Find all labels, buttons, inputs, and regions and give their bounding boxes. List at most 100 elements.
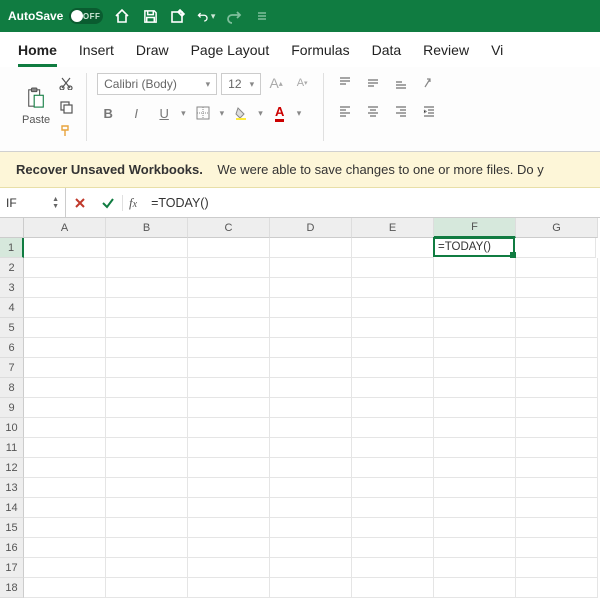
cell[interactable] xyxy=(106,458,188,478)
row-header[interactable]: 18 xyxy=(0,578,24,598)
cell[interactable] xyxy=(24,318,106,338)
cell[interactable] xyxy=(434,498,516,518)
cell[interactable] xyxy=(434,578,516,598)
cell[interactable] xyxy=(270,298,352,318)
cell[interactable] xyxy=(24,258,106,278)
font-name-select[interactable]: Calibri (Body) ▾ xyxy=(97,73,217,95)
cut-icon[interactable] xyxy=(56,73,76,93)
cell[interactable] xyxy=(270,538,352,558)
cell[interactable] xyxy=(188,478,270,498)
cell[interactable] xyxy=(434,298,516,318)
row-header[interactable]: 13 xyxy=(0,478,24,498)
row-header[interactable]: 6 xyxy=(0,338,24,358)
cell[interactable] xyxy=(270,438,352,458)
cell[interactable] xyxy=(24,518,106,538)
cell[interactable] xyxy=(352,578,434,598)
autosave-control[interactable]: AutoSave OFF xyxy=(8,8,103,24)
increase-font-button[interactable]: A▴ xyxy=(265,73,287,93)
cell[interactable] xyxy=(516,318,598,338)
chevron-down-icon[interactable]: ▾ xyxy=(181,108,186,119)
cell[interactable] xyxy=(24,578,106,598)
cell[interactable] xyxy=(24,538,106,558)
cell[interactable] xyxy=(516,258,598,278)
cell[interactable] xyxy=(352,238,434,258)
row-header[interactable]: 11 xyxy=(0,438,24,458)
cell[interactable] xyxy=(24,458,106,478)
cell[interactable]: =TODAY() xyxy=(433,237,515,257)
cell[interactable] xyxy=(24,298,106,318)
cell[interactable] xyxy=(352,538,434,558)
name-box[interactable]: IF ▲▼ xyxy=(0,188,66,217)
indent-button[interactable] xyxy=(418,101,440,121)
copy-icon[interactable] xyxy=(56,97,76,117)
redo-icon[interactable] xyxy=(225,7,243,25)
cell[interactable] xyxy=(188,318,270,338)
cell[interactable] xyxy=(270,358,352,378)
format-painter-icon[interactable] xyxy=(56,121,76,141)
fill-color-button[interactable] xyxy=(230,103,252,123)
align-center-button[interactable] xyxy=(362,101,384,121)
cell[interactable] xyxy=(516,578,598,598)
cell[interactable] xyxy=(24,498,106,518)
cell[interactable] xyxy=(434,358,516,378)
cell[interactable] xyxy=(352,278,434,298)
column-header[interactable]: G xyxy=(516,218,598,238)
bold-button[interactable]: B xyxy=(97,103,119,123)
edit-icon[interactable] xyxy=(169,7,187,25)
cell[interactable] xyxy=(106,238,188,258)
decrease-font-button[interactable]: A▾ xyxy=(291,73,313,93)
cell[interactable] xyxy=(24,378,106,398)
cell[interactable] xyxy=(188,398,270,418)
cell[interactable] xyxy=(106,318,188,338)
cell[interactable] xyxy=(434,558,516,578)
cell[interactable] xyxy=(270,378,352,398)
row-header[interactable]: 16 xyxy=(0,538,24,558)
italic-button[interactable]: I xyxy=(125,103,147,123)
cell[interactable] xyxy=(270,278,352,298)
cell[interactable] xyxy=(516,298,598,318)
cell[interactable] xyxy=(352,318,434,338)
cell[interactable] xyxy=(434,458,516,478)
cancel-button[interactable] xyxy=(66,188,94,217)
chevron-down-icon[interactable]: ▾ xyxy=(220,108,225,119)
row-header[interactable]: 9 xyxy=(0,398,24,418)
cell[interactable] xyxy=(352,478,434,498)
cell[interactable] xyxy=(106,358,188,378)
underline-button[interactable]: U xyxy=(153,103,175,123)
chevron-down-icon[interactable]: ▾ xyxy=(258,108,263,119)
cell[interactable] xyxy=(24,358,106,378)
cell[interactable] xyxy=(106,278,188,298)
cell[interactable] xyxy=(516,458,598,478)
cell[interactable] xyxy=(434,378,516,398)
cell[interactable] xyxy=(516,398,598,418)
cell[interactable] xyxy=(24,558,106,578)
cell[interactable] xyxy=(434,398,516,418)
cell[interactable] xyxy=(516,498,598,518)
cell[interactable] xyxy=(188,278,270,298)
tab-data[interactable]: Data xyxy=(372,42,402,67)
cell[interactable] xyxy=(106,578,188,598)
save-icon[interactable] xyxy=(141,7,159,25)
cell[interactable] xyxy=(106,518,188,538)
cell[interactable] xyxy=(188,238,270,258)
tab-page-layout[interactable]: Page Layout xyxy=(191,42,270,67)
cell[interactable] xyxy=(516,338,598,358)
row-header[interactable]: 15 xyxy=(0,518,24,538)
cell[interactable] xyxy=(106,258,188,278)
tab-home[interactable]: Home xyxy=(18,42,57,67)
cell[interactable] xyxy=(352,338,434,358)
cell[interactable] xyxy=(516,378,598,398)
row-header[interactable]: 2 xyxy=(0,258,24,278)
row-header[interactable]: 1 xyxy=(0,238,24,258)
cell[interactable] xyxy=(188,578,270,598)
cell[interactable] xyxy=(516,418,598,438)
name-box-spinner[interactable]: ▲▼ xyxy=(52,196,59,210)
cell[interactable] xyxy=(270,418,352,438)
cell[interactable] xyxy=(188,298,270,318)
cell[interactable] xyxy=(270,338,352,358)
cell[interactable] xyxy=(188,358,270,378)
cell[interactable] xyxy=(106,558,188,578)
row-header[interactable]: 5 xyxy=(0,318,24,338)
cell[interactable] xyxy=(106,378,188,398)
cell[interactable] xyxy=(188,518,270,538)
